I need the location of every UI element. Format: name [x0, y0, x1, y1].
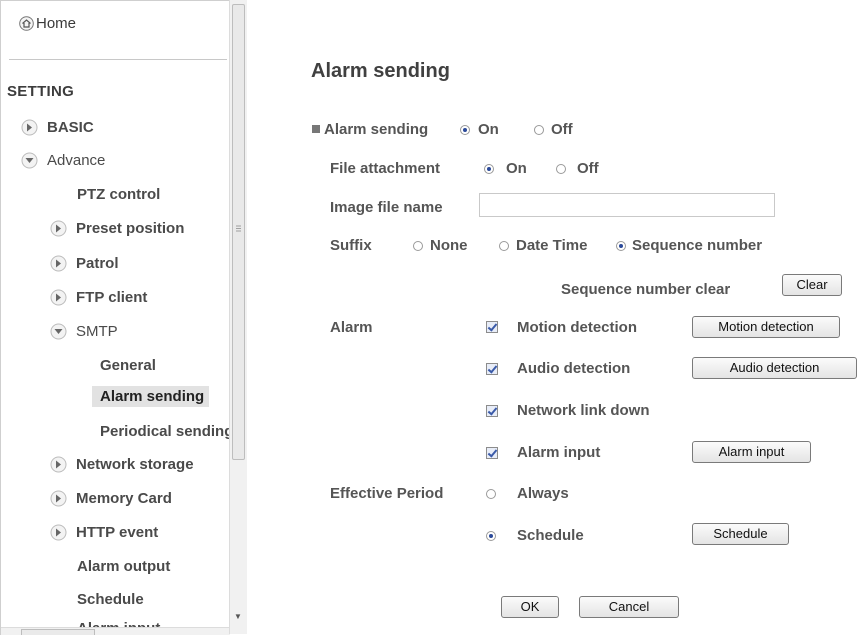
alarm-label: Alarm	[330, 319, 373, 336]
suffix-sequence-radio[interactable]	[616, 241, 626, 251]
sidebar-item-general[interactable]: General	[100, 357, 156, 374]
sidebar-item-label: Preset position	[76, 220, 185, 237]
sidebar-item-label: Patrol	[76, 255, 119, 272]
ok-button[interactable]: OK	[501, 596, 559, 618]
sidebar-item-alarm-output[interactable]: Alarm output	[77, 558, 170, 575]
horizontal-scroll-thumb[interactable]	[21, 629, 95, 635]
suffix-none-label: None	[430, 237, 468, 254]
sequence-clear-label: Sequence number clear	[561, 281, 731, 298]
effective-period-schedule-label: Schedule	[517, 527, 584, 544]
sidebar-item-smtp[interactable]: SMTP	[50, 323, 118, 340]
image-file-name-label: Image file name	[330, 199, 443, 216]
file-attachment-label: File attachment	[330, 160, 441, 177]
home-icon	[19, 16, 34, 31]
sidebar-item-schedule[interactable]: Schedule	[77, 591, 144, 608]
sidebar-item-label: HTTP event	[76, 524, 159, 541]
expand-right-icon	[50, 524, 67, 541]
sidebar-item-label: Alarm output	[77, 558, 171, 575]
sidebar-item-label: Schedule	[77, 591, 144, 608]
suffix-label: Suffix	[330, 237, 372, 254]
effective-period-label: Effective Period	[330, 485, 444, 502]
sidebar-item-basic[interactable]: BASIC	[21, 119, 94, 136]
network-link-down-label: Network link down	[517, 402, 650, 419]
sidebar-item-advance[interactable]: Advance	[21, 152, 105, 169]
setting-heading: SETTING	[7, 83, 75, 100]
expand-right-icon	[50, 456, 67, 473]
alarm-sending-off-label: Off	[551, 121, 573, 138]
cancel-button[interactable]: Cancel	[579, 596, 679, 618]
sidebar-item-label: Periodical sending	[100, 423, 230, 440]
file-attachment-off-radio[interactable]	[556, 164, 566, 174]
sidebar-pane: Home SETTING BASIC Advance PTZ control P…	[0, 0, 230, 635]
motion-detection-button[interactable]: Motion detection	[692, 316, 840, 338]
main-panel: Alarm sending Alarm sending On Off File …	[246, 0, 862, 634]
sidebar-item-label: Advance	[47, 152, 106, 169]
file-attachment-on-label: On	[506, 160, 527, 177]
sidebar-item-memory-card[interactable]: Memory Card	[50, 490, 172, 507]
home-label: Home	[36, 15, 77, 32]
home-link[interactable]: Home	[19, 15, 76, 32]
expand-right-icon	[50, 255, 67, 272]
sidebar-item-http-event[interactable]: HTTP event	[50, 524, 158, 541]
motion-detection-label: Motion detection	[517, 319, 637, 336]
sidebar-item-alarm-sending[interactable]: Alarm sending	[92, 386, 210, 407]
schedule-button[interactable]: Schedule	[692, 523, 789, 545]
expand-right-icon	[50, 289, 67, 306]
sidebar-item-label: General	[100, 357, 156, 374]
image-file-name-input[interactable]	[479, 193, 775, 217]
suffix-sequence-label: Sequence number	[632, 237, 763, 254]
alarm-sending-on-label: On	[478, 121, 499, 138]
suffix-datetime-radio[interactable]	[499, 241, 509, 251]
sidebar-item-periodical-sending[interactable]: Periodical sending	[100, 423, 230, 440]
alarm-sending-label: Alarm sending	[324, 121, 429, 138]
network-link-down-checkbox[interactable]	[486, 405, 498, 417]
sidebar-item-label: BASIC	[47, 119, 94, 136]
file-attachment-on-radio[interactable]	[484, 164, 494, 174]
alarm-input-checkbox[interactable]	[486, 447, 498, 459]
sidebar-item-label: FTP client	[76, 289, 148, 306]
clear-button[interactable]: Clear	[782, 274, 842, 296]
scroll-down-icon[interactable]: ▼	[234, 612, 242, 621]
alarm-input-button[interactable]: Alarm input	[692, 441, 811, 463]
grip-icon	[236, 225, 241, 232]
expand-right-icon	[50, 490, 67, 507]
audio-detection-label: Audio detection	[517, 360, 631, 377]
alarm-sending-on-radio[interactable]	[460, 125, 470, 135]
sidebar: Home SETTING BASIC Advance PTZ control P…	[0, 0, 247, 635]
sidebar-item-network-storage[interactable]: Network storage	[50, 456, 194, 473]
sidebar-item-label: Alarm sending	[100, 388, 205, 405]
expand-down-icon	[21, 152, 38, 169]
sidebar-item-ftp-client[interactable]: FTP client	[50, 289, 147, 306]
audio-detection-button[interactable]: Audio detection	[692, 357, 857, 379]
page-title: Alarm sending	[311, 60, 450, 82]
suffix-none-radio[interactable]	[413, 241, 423, 251]
effective-period-schedule-radio[interactable]	[486, 531, 496, 541]
expand-right-icon	[50, 220, 67, 237]
vertical-scroll-thumb[interactable]	[232, 4, 245, 460]
file-attachment-off-label: Off	[577, 160, 599, 177]
audio-detection-checkbox[interactable]	[486, 363, 498, 375]
expand-right-icon	[21, 119, 38, 136]
alarm-sending-off-radio[interactable]	[534, 125, 544, 135]
sidebar-item-label: SMTP	[76, 323, 118, 340]
motion-detection-checkbox[interactable]	[486, 321, 498, 333]
sidebar-item-label: Network storage	[76, 456, 194, 473]
expand-down-icon	[50, 323, 67, 340]
suffix-datetime-label: Date Time	[516, 237, 588, 254]
sidebar-item-ptz-control[interactable]: PTZ control	[77, 186, 160, 203]
alarm-input-label: Alarm input	[517, 444, 601, 461]
effective-period-always-label: Always	[517, 485, 569, 502]
sidebar-item-label: PTZ control	[77, 186, 161, 203]
bullet-icon	[312, 125, 320, 133]
divider	[9, 59, 227, 60]
sidebar-item-preset-position[interactable]: Preset position	[50, 220, 184, 237]
effective-period-always-radio[interactable]	[486, 489, 496, 499]
sidebar-item-label: Memory Card	[76, 490, 172, 507]
sidebar-item-patrol[interactable]: Patrol	[50, 255, 119, 272]
vertical-scrollbar[interactable]: ▼	[229, 0, 247, 634]
